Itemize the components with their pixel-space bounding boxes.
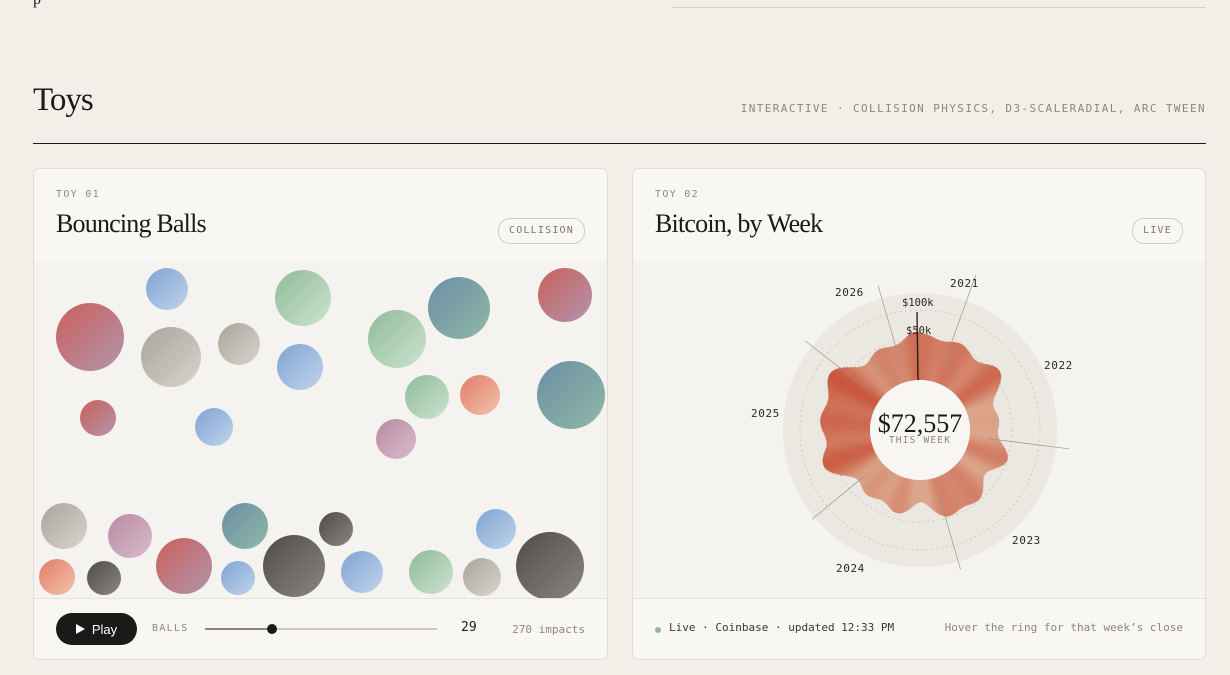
year-label: 2025: [751, 407, 780, 420]
hover-hint: Hover the ring for that week’s close: [944, 621, 1183, 634]
ball: [87, 561, 121, 595]
collision-badge: COLLISION: [498, 218, 585, 244]
center-price: $72,557: [878, 409, 963, 438]
ball: [263, 535, 325, 597]
slider-handle[interactable]: [267, 624, 278, 634]
balls-controls: Play BALLS 29 270 impacts: [34, 598, 607, 659]
ball: [409, 550, 453, 594]
ball: [463, 558, 501, 596]
top-fragment: p: [33, 0, 41, 9]
card-header: TOY 01 Bouncing Balls COLLISION: [34, 169, 607, 261]
toy-number: TOY 02: [655, 189, 699, 200]
balls-slider[interactable]: [205, 624, 437, 634]
ball: [195, 408, 233, 446]
ball: [405, 375, 449, 419]
scale-label: $100k: [902, 297, 934, 309]
ball: [41, 503, 87, 549]
ball: [141, 327, 201, 387]
radial-chart-area: $72,557 THIS WEEK $100k $50k 2021 2022 2023 202…: [633, 260, 1205, 601]
ball: [538, 268, 592, 322]
center-caption: THIS WEEK: [889, 435, 951, 446]
ball: [108, 514, 152, 558]
ball: [460, 375, 500, 415]
section-meta: INTERACTIVE · COLLISION PHYSICS, D3-SCAL…: [740, 102, 1206, 115]
ball: [218, 323, 260, 365]
ball: [56, 303, 124, 371]
year-label: 2024: [836, 562, 865, 575]
balls-label: BALLS: [152, 623, 189, 634]
ball: [428, 277, 490, 339]
ball: [146, 268, 188, 310]
ball: [537, 361, 605, 429]
impact-counter: 270 impacts: [512, 623, 585, 636]
ball: [222, 503, 268, 549]
chart-footer: Live · Coinbase · updated 12:33 PM Hover…: [633, 598, 1205, 659]
ball: [39, 559, 75, 595]
ball: [376, 419, 416, 459]
live-badge: LIVE: [1132, 218, 1183, 244]
balls-canvas[interactable]: [34, 260, 607, 601]
year-label: 2022: [1044, 359, 1073, 372]
section-divider: [33, 143, 1206, 144]
year-label: 2023: [1012, 534, 1041, 547]
toy-number: TOY 01: [56, 189, 100, 200]
section-title: Toys: [33, 82, 94, 118]
card-header: TOY 02 Bitcoin, by Week LIVE: [633, 169, 1205, 261]
ball: [476, 509, 516, 549]
slider-fill: [205, 628, 273, 630]
scale-label: $50k: [906, 325, 932, 337]
ball: [277, 344, 323, 390]
play-icon: [75, 624, 85, 634]
card-title: Bouncing Balls: [56, 209, 207, 238]
ball-count: 29: [461, 620, 477, 635]
play-label: Play: [91, 621, 118, 637]
bitcoin-card: TOY 02 Bitcoin, by Week LIVE $72,557 THIS…: [632, 168, 1206, 660]
year-label: 2026: [835, 286, 864, 299]
year-label: 2021: [950, 277, 979, 290]
live-indicator: [655, 627, 661, 633]
bouncing-balls-card: TOY 01 Bouncing Balls COLLISION Play BAL…: [33, 168, 608, 660]
ball: [80, 400, 116, 436]
ball: [368, 310, 426, 368]
ball: [156, 538, 212, 594]
card-title: Bitcoin, by Week: [655, 209, 823, 238]
ball: [275, 270, 331, 326]
ball: [221, 561, 255, 595]
live-status: Live · Coinbase · updated 12:33 PM: [669, 621, 895, 634]
ball: [516, 532, 584, 600]
play-button[interactable]: Play: [56, 613, 137, 645]
ball: [341, 551, 383, 593]
top-divider: [672, 7, 1206, 8]
ball: [319, 512, 353, 546]
